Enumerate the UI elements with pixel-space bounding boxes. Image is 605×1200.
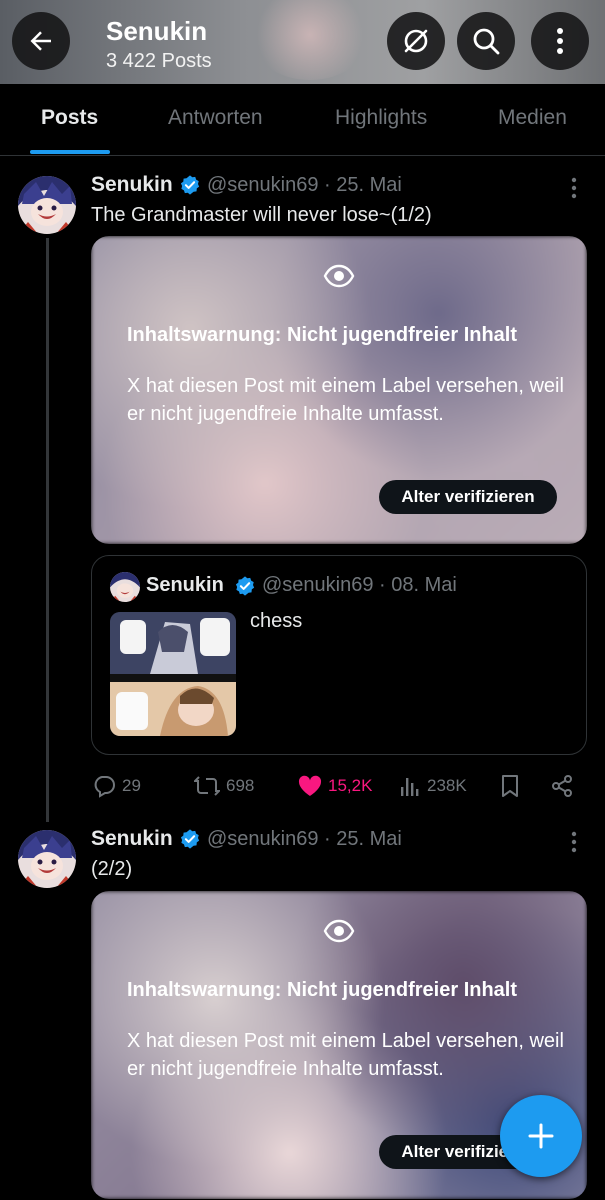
eye-icon xyxy=(323,919,355,943)
search-icon xyxy=(473,28,500,55)
repost-icon xyxy=(194,776,220,796)
profile-header: Senukin 3 422 Posts xyxy=(0,0,605,84)
profile-tabs: Posts Antworten Highlights Medien xyxy=(0,84,605,156)
warning-body: X hat diesen Post mit einem Label verseh… xyxy=(127,375,564,425)
views-chart-icon xyxy=(401,778,419,796)
views-button[interactable]: 238K xyxy=(399,770,467,802)
tab-medien[interactable]: Medien xyxy=(498,106,567,130)
tab-antworten[interactable]: Antworten xyxy=(168,106,263,130)
quoted-avatar xyxy=(110,572,140,602)
avatar[interactable] xyxy=(18,176,76,234)
verified-badge-icon xyxy=(180,829,200,849)
post-count: 3 422 Posts xyxy=(106,50,212,72)
eye-icon xyxy=(323,264,355,288)
post-actions-bar: 29 698 15,2K 238K xyxy=(92,770,582,802)
post-text: (2/2) xyxy=(91,858,133,880)
quoted-author-name: Senukin xyxy=(146,574,224,596)
heart-filled-icon xyxy=(298,775,322,796)
verified-badge-icon xyxy=(180,175,200,195)
share-button[interactable] xyxy=(550,770,580,802)
bookmark-icon xyxy=(502,775,518,797)
bookmark-button[interactable] xyxy=(500,770,526,802)
active-tab-indicator xyxy=(30,150,110,154)
views-count: 238K xyxy=(427,776,467,795)
grok-button[interactable] xyxy=(387,12,445,70)
warning-title: Inhaltswarnung: Nicht jugendfreier Inhal… xyxy=(127,324,518,346)
quoted-text: chess xyxy=(250,610,303,632)
like-button[interactable]: 15,2K xyxy=(298,770,372,802)
repost-count: 698 xyxy=(226,776,255,795)
thread-connector-line xyxy=(46,238,49,822)
grok-icon xyxy=(404,29,428,53)
search-button[interactable] xyxy=(457,12,515,70)
post-more-icon[interactable] xyxy=(570,830,578,854)
more-vertical-icon xyxy=(557,28,563,54)
post-handle-date: @senukin69 · 25. Mai xyxy=(207,828,402,850)
plus-icon xyxy=(528,1123,554,1149)
warning-body: X hat diesen Post mit einem Label verseh… xyxy=(127,1030,564,1080)
content-warning-card[interactable]: Inhaltswarnung: Nicht jugendfreier Inhal… xyxy=(91,236,587,544)
reply-button[interactable]: 29 xyxy=(92,770,141,802)
reply-icon xyxy=(94,776,115,798)
like-count: 15,2K xyxy=(328,776,373,795)
header-banner-image xyxy=(250,0,370,80)
post-handle-date: @senukin69 · 25. Mai xyxy=(207,174,402,196)
share-icon xyxy=(552,775,572,797)
post-author-name[interactable]: Senukin xyxy=(91,827,173,851)
quoted-comic-image[interactable] xyxy=(110,612,236,736)
verified-badge-icon xyxy=(235,576,255,596)
post-text: The Grandmaster will never lose~(1/2) xyxy=(91,204,432,226)
more-button[interactable] xyxy=(531,12,589,70)
back-arrow-icon xyxy=(30,31,51,51)
repost-button[interactable]: 698 xyxy=(194,770,254,802)
post-more-icon[interactable] xyxy=(570,176,578,200)
post-author-name[interactable]: Senukin xyxy=(91,173,173,197)
warning-title: Inhaltswarnung: Nicht jugendfreier Inhal… xyxy=(127,979,518,1001)
tab-highlights[interactable]: Highlights xyxy=(335,106,427,130)
compose-post-button[interactable] xyxy=(500,1095,582,1177)
reply-count: 29 xyxy=(122,776,141,795)
profile-name: Senukin xyxy=(106,16,208,46)
verify-age-button[interactable]: Alter verifizieren xyxy=(379,480,557,514)
quoted-post[interactable]: Senukin @senukin69 · 08. Mai chess xyxy=(91,555,587,755)
back-button[interactable] xyxy=(12,12,70,70)
avatar[interactable] xyxy=(18,830,76,888)
quoted-handle-date: @senukin69 · 08. Mai xyxy=(262,574,457,596)
tab-posts[interactable]: Posts xyxy=(41,106,98,130)
